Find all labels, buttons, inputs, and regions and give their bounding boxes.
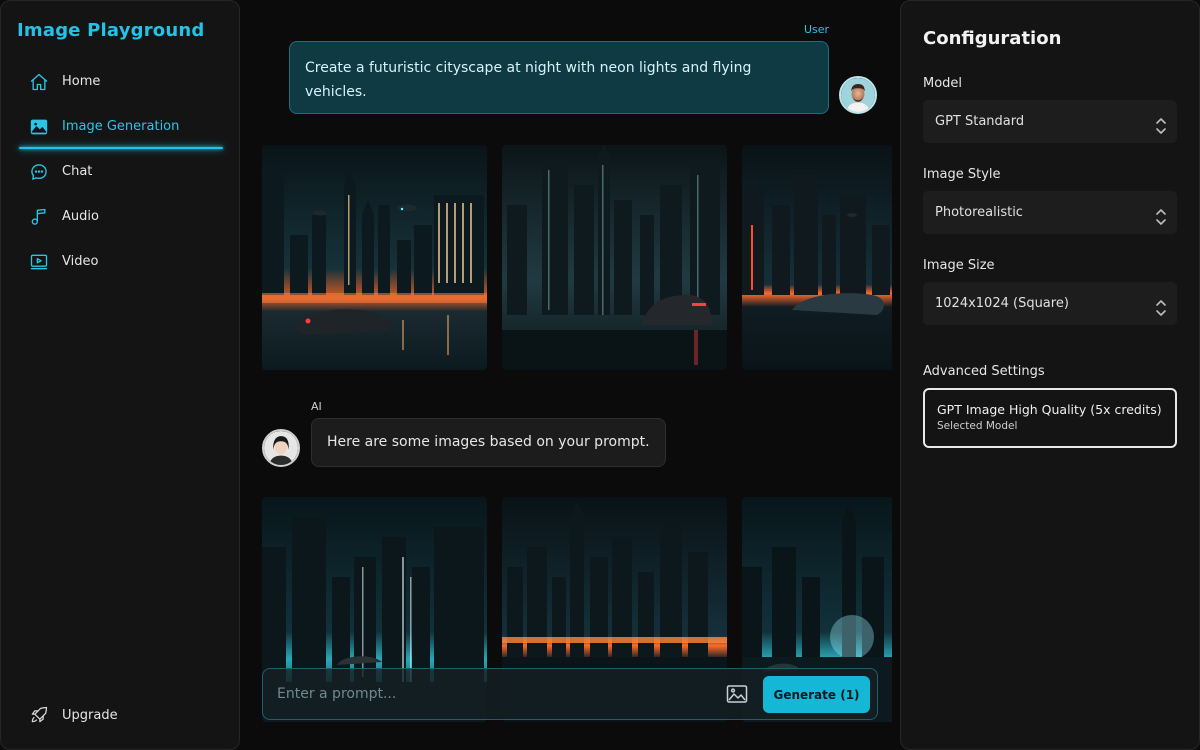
generated-image[interactable]	[742, 145, 892, 370]
ai-avatar	[262, 429, 300, 467]
sidebar-item-video[interactable]: Video	[19, 239, 223, 284]
image-size-value: 1024x1024 (Square)	[935, 296, 1069, 311]
home-icon	[29, 72, 49, 92]
rocket-icon	[29, 705, 49, 725]
generate-button[interactable]: Generate (1)	[763, 676, 870, 713]
app-title: Image Playground	[17, 20, 205, 41]
advanced-model-option[interactable]: GPT Image High Quality (5x credits) Sele…	[923, 388, 1177, 448]
chevron-up-down-icon	[1155, 202, 1167, 225]
chevron-up-down-icon	[1155, 293, 1167, 316]
sidebar-item-home[interactable]: Home	[19, 59, 223, 104]
sidebar-nav: Home Image Generation Chat Audio Video	[19, 59, 223, 284]
sidebar-item-chat[interactable]: Chat	[19, 149, 223, 194]
sidebar: Image Playground Home Image Generation C…	[0, 0, 240, 750]
chevron-up-down-icon	[1155, 111, 1167, 134]
sidebar-item-label: Image Generation	[62, 119, 180, 134]
ai-label: AI	[311, 400, 322, 413]
sidebar-item-image-generation[interactable]: Image Generation	[19, 104, 223, 149]
generated-images-row-1	[262, 145, 892, 370]
panel-title: Configuration	[923, 28, 1062, 49]
configuration-panel: Configuration Model GPT Standard Image S…	[900, 0, 1200, 750]
image-icon	[29, 117, 49, 137]
prompt-bar: Generate (1)	[262, 668, 878, 720]
sidebar-item-audio[interactable]: Audio	[19, 194, 223, 239]
model-label: Model	[923, 76, 963, 91]
app-root: Image Playground Home Image Generation C…	[0, 0, 1200, 750]
user-label: User	[804, 23, 830, 36]
advanced-settings-label: Advanced Settings	[923, 364, 1045, 379]
prompt-input[interactable]	[277, 669, 707, 719]
image-size-select[interactable]: 1024x1024 (Square)	[923, 282, 1177, 325]
model-select[interactable]: GPT Standard	[923, 100, 1177, 143]
chat-bubble-icon	[29, 162, 49, 182]
model-value: GPT Standard	[935, 114, 1025, 129]
ai-message: Here are some images based on your promp…	[311, 418, 666, 467]
sidebar-item-label: Video	[62, 254, 99, 269]
generated-image[interactable]	[502, 145, 727, 370]
generated-image[interactable]	[262, 145, 487, 370]
user-avatar	[839, 76, 877, 114]
image-style-select[interactable]: Photorealistic	[923, 191, 1177, 234]
video-icon	[29, 252, 49, 272]
image-upload-icon[interactable]	[726, 684, 748, 704]
image-style-label: Image Style	[923, 167, 1001, 182]
chat-area: User Create a futuristic cityscape at ni…	[248, 0, 892, 750]
sidebar-item-label: Home	[62, 74, 101, 89]
image-size-label: Image Size	[923, 258, 995, 273]
sidebar-item-label: Audio	[62, 209, 99, 224]
image-style-value: Photorealistic	[935, 205, 1023, 220]
upgrade-label: Upgrade	[62, 707, 118, 723]
upgrade-button[interactable]: Upgrade	[29, 705, 118, 725]
advanced-model-caption: Selected Model	[937, 420, 1018, 432]
sidebar-item-label: Chat	[62, 164, 93, 179]
music-note-icon	[29, 207, 49, 227]
advanced-model-name: GPT Image High Quality (5x credits)	[937, 402, 1162, 417]
user-message: Create a futuristic cityscape at night w…	[289, 41, 829, 114]
